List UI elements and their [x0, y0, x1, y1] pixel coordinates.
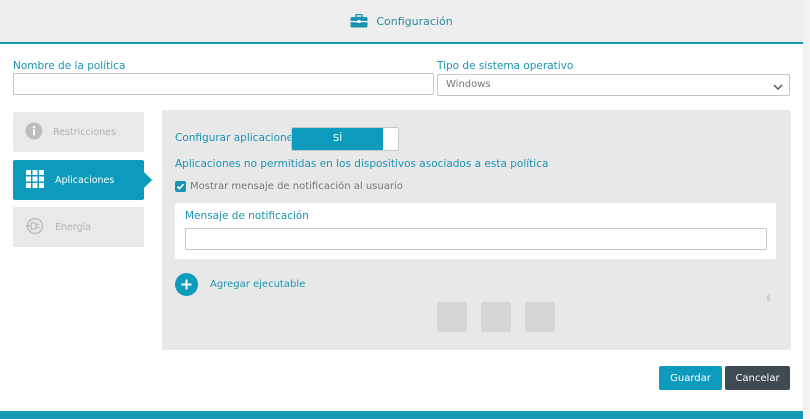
briefcase-icon	[350, 14, 368, 28]
sidebar-item-label: Aplicaciones	[55, 174, 115, 186]
sidebar-item-label: Energía	[55, 221, 92, 233]
scrollbar-indicator[interactable]	[767, 295, 770, 301]
os-type-label: Tipo de sistema operativo	[437, 60, 574, 72]
sidebar-item-label: Restricciones	[53, 126, 116, 138]
plus-icon[interactable]	[175, 273, 198, 296]
blocked-apps-subtitle: Aplicaciones no permitidas en los dispos…	[175, 158, 549, 170]
executable-placeholder	[481, 302, 511, 332]
configure-apps-toggle[interactable]: SÍ	[291, 127, 399, 151]
notification-message-label: Mensaje de notificación	[185, 210, 309, 222]
info-icon	[25, 122, 43, 143]
bottom-accent-bar	[0, 411, 803, 419]
sidebar-item-energia[interactable]: Energía	[13, 207, 144, 247]
active-indicator-arrow	[144, 172, 152, 188]
dialog-title: Configuración	[376, 14, 453, 28]
show-notification-row: Mostrar mensaje de notificación al usuar…	[175, 181, 403, 192]
configure-apps-label: Configurar aplicaciones	[175, 132, 299, 144]
grid-icon	[25, 169, 45, 192]
cancel-button[interactable]: Cancelar	[725, 366, 790, 390]
toggle-on-label: SÍ	[292, 128, 383, 150]
add-executable-row[interactable]: Agregar ejecutable	[175, 273, 305, 296]
executable-placeholder	[437, 302, 467, 332]
notification-message-input[interactable]	[185, 228, 767, 250]
policy-name-label: Nombre de la política	[13, 60, 126, 72]
configuration-dialog: Configuración Nombre de la política Tipo…	[0, 0, 803, 419]
add-executable-label[interactable]: Agregar ejecutable	[210, 279, 305, 290]
save-button[interactable]: Guardar	[659, 366, 722, 390]
applications-panel: Configurar aplicaciones SÍ Aplicaciones …	[162, 110, 791, 350]
dialog-header: Configuración	[0, 0, 803, 44]
notification-message-box: Mensaje de notificación	[175, 203, 776, 259]
title-group: Configuración	[350, 14, 453, 28]
executable-placeholder	[525, 302, 555, 332]
chevron-down-icon	[773, 80, 783, 100]
power-plug-icon	[25, 217, 45, 238]
show-notification-label: Mostrar mensaje de notificación al usuar…	[190, 181, 403, 192]
sidebar-item-aplicaciones[interactable]: Aplicaciones	[13, 160, 152, 200]
sidebar-item-restricciones[interactable]: Restricciones	[13, 112, 144, 152]
os-type-selected: Windows	[446, 79, 491, 90]
os-type-select[interactable]: Windows	[437, 74, 790, 96]
show-notification-checkbox[interactable]	[175, 181, 186, 192]
policy-name-input[interactable]	[13, 73, 434, 95]
